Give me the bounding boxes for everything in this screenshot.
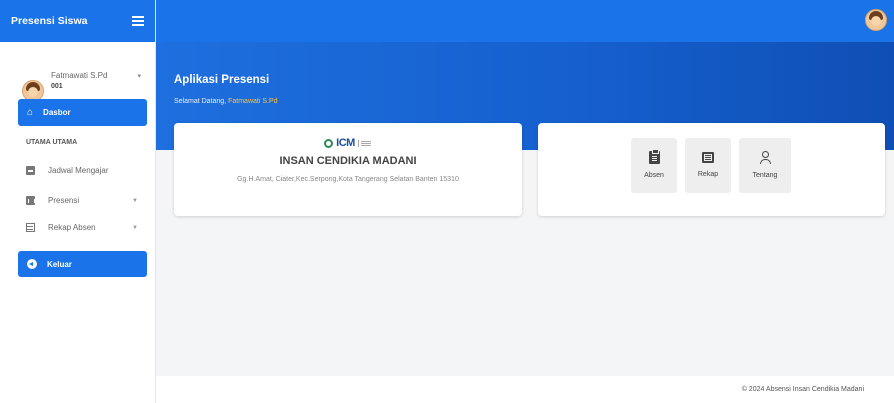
tile-label: Tentang <box>752 172 778 179</box>
brand-bar: Presensi Siswa <box>0 0 155 42</box>
sidebar-item-jadwal-mengajar[interactable]: Jadwal Mengajar <box>26 166 138 175</box>
menu-card: Absen Rekap Tentang <box>538 123 885 216</box>
logout-label: Keluar <box>47 259 72 269</box>
chevron-down-icon: ▼ <box>132 224 138 231</box>
clipboard-list-icon <box>648 149 660 164</box>
tile-label: Absen <box>644 172 664 179</box>
logo-text: ICM <box>336 137 355 149</box>
table-icon <box>26 223 35 232</box>
chevron-down-icon[interactable]: ▾ <box>137 72 141 80</box>
sidebar-section-label: UTAMA UTAMA <box>26 139 78 146</box>
school-address: Gg.H.Amat, Ciater,Kec.Serpong,Kota Tange… <box>237 176 459 183</box>
app-title: Presensi Siswa <box>11 15 88 27</box>
chevron-down-icon: ▼ <box>132 197 138 204</box>
trash-icon <box>26 196 35 205</box>
sidebar-item-rekap-absen[interactable]: Rekap Absen ▼ <box>26 223 138 232</box>
sidebar-item-label: Jadwal Mengajar <box>48 166 109 175</box>
footer: © 2024 Absensi Insan Cendikia Madani <box>156 376 894 403</box>
list-icon <box>702 152 714 163</box>
avatar[interactable] <box>865 9 887 31</box>
emblem-icon <box>324 138 334 148</box>
sidebar-item-label: Presensi <box>48 196 80 205</box>
school-name: INSAN CENDIKIA MADANI <box>279 155 417 167</box>
welcome-prefix: Selamat Datang, <box>174 98 227 105</box>
logo-tagline-icon <box>357 139 372 147</box>
user-info: Fatmawati S.Pd 001 <box>51 71 107 90</box>
top-navbar <box>156 0 894 42</box>
footer-text: © 2024 Absensi Insan Cendikia Madani <box>741 386 864 393</box>
sidebar: Presensi Siswa Fatmawati S.Pd 001 ▾ ⌂ Da… <box>0 0 156 403</box>
welcome-name: Fatmawati S.Pd <box>228 98 278 105</box>
user-icon <box>759 151 771 164</box>
clipboard-icon <box>26 166 35 175</box>
user-name: Fatmawati S.Pd <box>51 71 108 80</box>
sidebar-item-label: Rekap Absen <box>48 223 96 232</box>
school-card: ICM INSAN CENDIKIA MADANI Gg.H.Amat, Cia… <box>174 123 522 216</box>
sidebar-item-presensi[interactable]: Presensi ▼ <box>26 196 138 205</box>
user-id: 001 <box>51 83 63 90</box>
page-title: Aplikasi Presensi <box>174 74 270 86</box>
sidebar-item-dasbor[interactable]: ⌂ Dasbor <box>18 99 147 126</box>
sidebar-item-label: Dasbor <box>43 108 71 117</box>
sign-out-icon <box>27 259 37 269</box>
welcome-text: Selamat Datang, Fatmawati S.Pd <box>174 98 278 105</box>
menu-tile-rekap[interactable]: Rekap <box>685 138 731 193</box>
school-logo: ICM <box>174 136 522 150</box>
hamburger-menu-icon[interactable] <box>132 16 144 26</box>
tile-label: Rekap <box>697 171 719 178</box>
home-icon: ⌂ <box>27 107 34 118</box>
menu-tile-tentang[interactable]: Tentang <box>739 138 791 193</box>
menu-tile-absen[interactable]: Absen <box>631 138 677 193</box>
logout-button[interactable]: Keluar <box>18 251 147 277</box>
